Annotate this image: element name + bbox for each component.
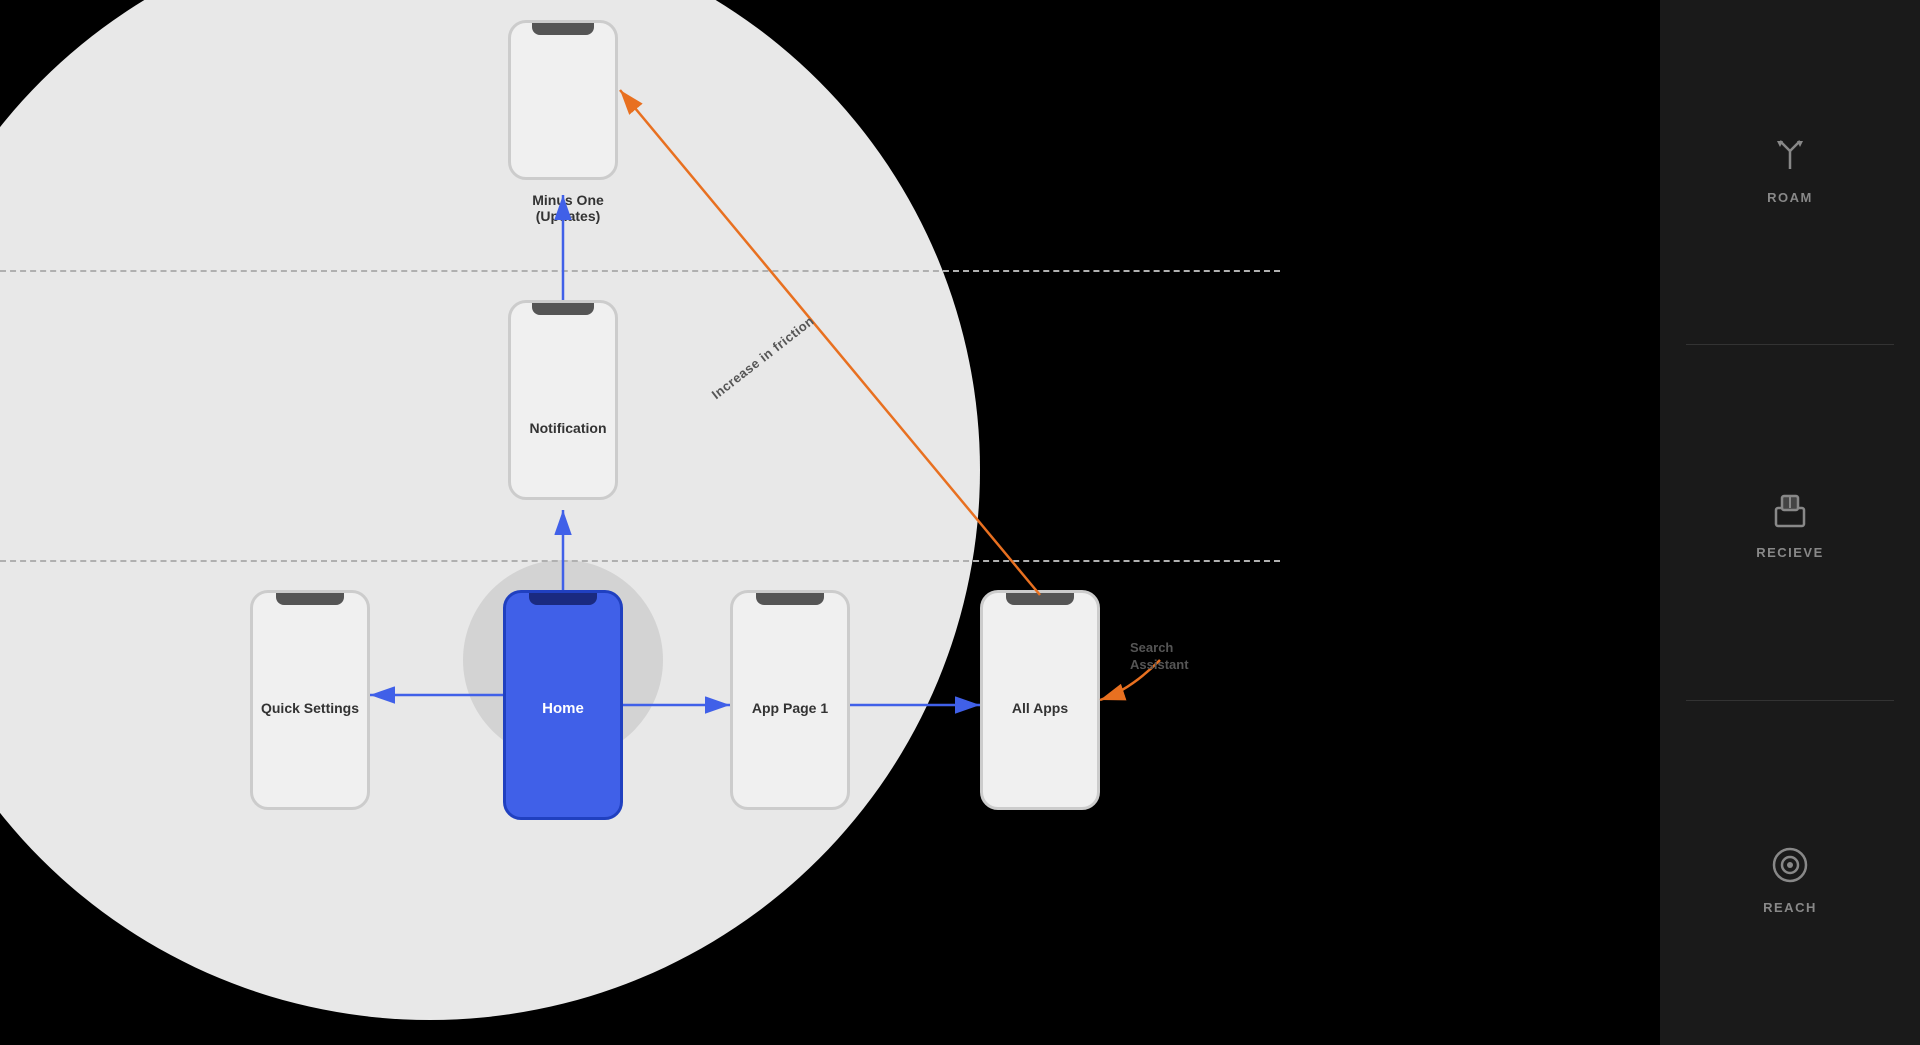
receive-icon [1765, 485, 1815, 535]
sidebar-item-reach[interactable]: REACH [1763, 840, 1817, 915]
app-page-1-label: App Page 1 [725, 700, 855, 716]
all-apps-label: All Apps [975, 700, 1105, 716]
phone-notch [756, 593, 824, 605]
reach-icon [1765, 840, 1815, 890]
phone-minus-one [508, 20, 618, 180]
search-assistant-label: SearchAssistant [1130, 640, 1189, 674]
dashed-line-top [0, 270, 1280, 272]
roam-label: ROAM [1767, 190, 1813, 205]
notification-label: Notification [503, 420, 633, 436]
home-label: Home [498, 700, 628, 717]
sidebar-item-receive[interactable]: RECIEVE [1756, 485, 1824, 560]
dashed-line-bottom [0, 560, 1280, 562]
circle-background [0, 0, 980, 1020]
phone-home-notch [529, 593, 597, 605]
phone-notch [532, 23, 594, 35]
sidebar-item-roam[interactable]: ROAM [1765, 130, 1815, 205]
phone-notch [1006, 593, 1074, 605]
main-diagram: Minus One (Updates) Notification Home Qu… [0, 0, 1280, 1045]
phone-notch [276, 593, 344, 605]
sidebar-divider-1 [1686, 344, 1894, 345]
phone-notification [508, 300, 618, 500]
reach-label: REACH [1763, 900, 1817, 915]
quick-settings-label: Quick Settings [245, 700, 375, 716]
phone-notch [532, 303, 594, 315]
receive-label: RECIEVE [1756, 545, 1824, 560]
sidebar: ROAM RECIEVE REACH [1660, 0, 1920, 1045]
roam-icon [1765, 130, 1815, 180]
minus-one-label: Minus One (Updates) [503, 192, 633, 224]
sidebar-divider-2 [1686, 700, 1894, 701]
